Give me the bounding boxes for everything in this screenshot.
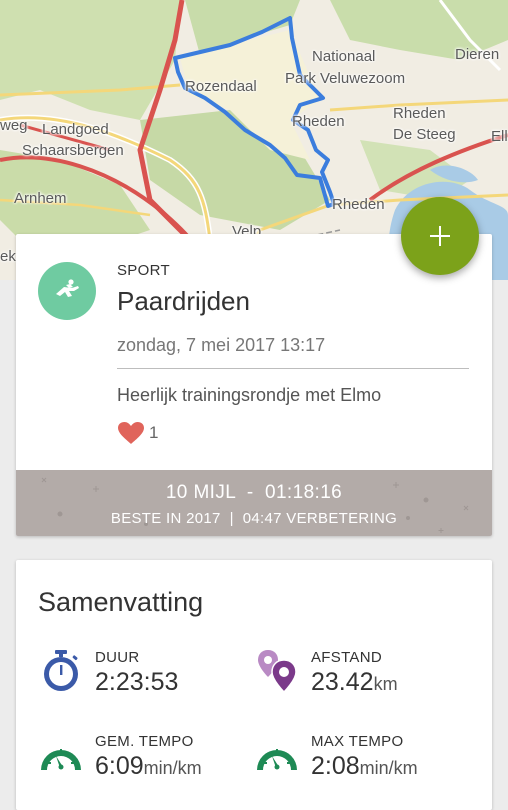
record-time: 01:18:16: [264, 482, 343, 503]
stat-avg-pace: GEM. TEMPO 6:09min/km: [38, 732, 248, 792]
stat-distance-number: 23.42: [311, 668, 374, 696]
stat-avg-pace-number: 6:09: [95, 752, 144, 780]
stat-max-pace-number: 2:08: [311, 752, 360, 780]
map-label-rheden-park: Rheden: [292, 113, 345, 130]
stat-max-pace-label: MAX TEMPO: [311, 733, 404, 750]
sport-avatar: [38, 262, 96, 320]
map-label-park-veluwezoom: Park Veluwezoom: [285, 70, 406, 87]
horse-riding-icon: [56, 279, 79, 297]
stat-max-pace-unit: min/km: [359, 758, 418, 778]
speedometer-icon: [41, 749, 81, 770]
divider: [117, 368, 469, 369]
personal-record-banner[interactable]: 10 MIJL - 01:18:16 BESTE IN 2017 | 04:47…: [16, 470, 492, 536]
record-best: BESTE IN 2017: [110, 510, 221, 527]
map-label-rheden: Rheden: [393, 105, 446, 122]
map-label-dieren: Dieren: [455, 46, 500, 63]
stat-duration: DUUR 2:23:53: [38, 648, 248, 708]
like-button[interactable]: 1: [117, 421, 158, 445]
record-subline: BESTE IN 2017 | 04:47 VERBETERING: [16, 510, 492, 527]
stat-distance-unit: km: [373, 674, 398, 694]
record-separator: -: [246, 482, 254, 503]
sport-category: SPORT: [117, 262, 170, 279]
map-label-ell: Ell: [491, 128, 508, 145]
heart-icon: [118, 422, 144, 444]
activity-date: zondag, 7 mei 2017 13:17: [117, 335, 326, 355]
stat-distance: AFSTAND 23.42km: [254, 648, 464, 708]
map-label-ek: ek: [0, 248, 16, 265]
plus-icon: [430, 226, 450, 246]
stat-avg-pace-label: GEM. TEMPO: [95, 733, 194, 750]
stat-avg-pace-unit: min/km: [143, 758, 202, 778]
record-headline: 10 MIJL - 01:18:16: [16, 482, 492, 504]
sport-name: Paardrijden: [117, 286, 250, 316]
map-label-schaarsbergen: Schaarsbergen: [22, 142, 124, 159]
map-label-de-steeg: De Steeg: [393, 126, 456, 143]
summary-card: Samenvatting DUUR 2:23:53 AFSTAND 23.42k…: [16, 560, 492, 810]
stopwatch-icon: [44, 650, 78, 691]
record-improvement: 04:47 VERBETERING: [242, 510, 398, 527]
map-label-landgoed: Landgoed: [42, 121, 109, 138]
stat-distance-label: AFSTAND: [311, 649, 382, 666]
like-count: 1: [149, 423, 159, 442]
stat-duration-label: DUUR: [95, 649, 140, 666]
map-label-nationaal: Nationaal: [312, 48, 376, 65]
activity-note: Heerlijk trainingsrondje met Elmo: [117, 385, 382, 405]
record-divider: |: [229, 510, 234, 527]
stat-distance-value: 23.42km: [311, 668, 398, 697]
stat-max-pace: MAX TEMPO 2:08min/km: [254, 732, 464, 792]
activity-card[interactable]: SPORT Paardrijden zondag, 7 mei 2017 13:…: [16, 234, 492, 536]
speedometer-icon: [257, 749, 297, 770]
map-label-rheden-south: Rheden: [332, 196, 385, 213]
map-label-rozendaal: Rozendaal: [185, 78, 257, 95]
stat-duration-number: 2:23:53: [95, 668, 179, 696]
stat-max-pace-value: 2:08min/km: [311, 752, 418, 781]
add-button[interactable]: [401, 197, 479, 275]
distance-pins-icon: [258, 650, 297, 694]
stat-duration-value: 2:23:53: [95, 668, 178, 697]
map-label-weg: weg: [0, 117, 28, 134]
stat-avg-pace-value: 6:09min/km: [95, 752, 202, 781]
summary-title: Samenvatting: [38, 587, 204, 617]
record-distance: 10 MIJL: [165, 482, 236, 503]
map-label-arnhem: Arnhem: [14, 190, 67, 207]
